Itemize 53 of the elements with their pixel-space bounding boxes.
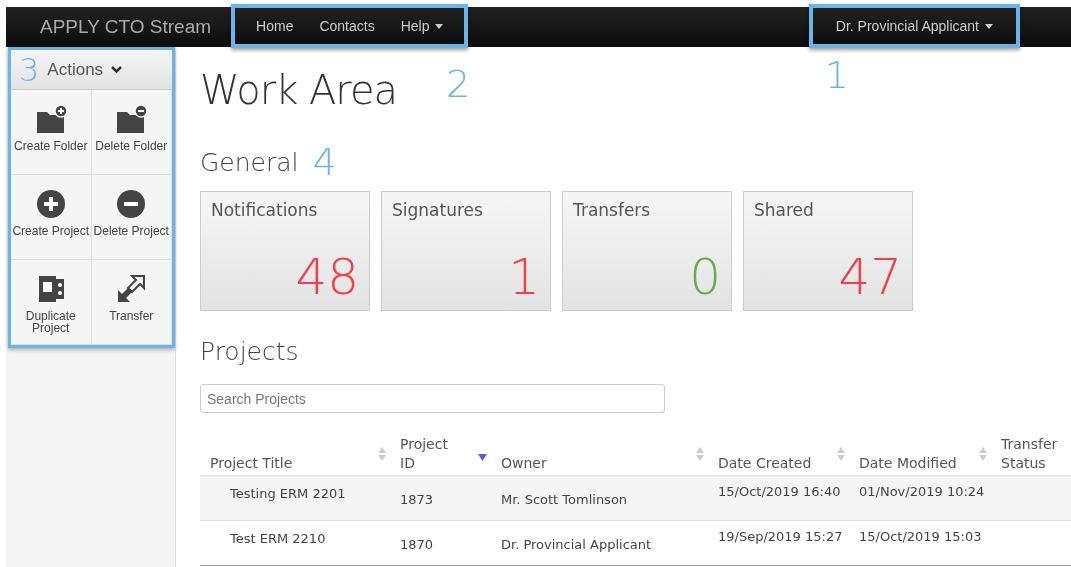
- tile-count: 48: [295, 252, 359, 302]
- nav-link[interactable]: Home: [243, 18, 307, 34]
- actions-dropdown[interactable]: Actions: [47, 59, 123, 80]
- tile-count: 47: [838, 252, 902, 302]
- callout-number: 1: [824, 56, 849, 94]
- page-title: Work Area: [200, 67, 398, 113]
- table-cell-text: 15/Oct/2019 16:40: [717, 483, 842, 501]
- tile-label: Shared: [754, 200, 815, 220]
- action-button[interactable]: Delete Folder: [91, 90, 172, 175]
- table-cell-text: 1870: [399, 536, 435, 554]
- action-button[interactable]: Duplicate Project: [11, 260, 92, 345]
- nav-link[interactable]: Contacts: [306, 18, 388, 34]
- table-cell-text: Testing ERM 2201: [229, 485, 347, 503]
- callout-number: 4: [312, 143, 337, 181]
- action-button[interactable]: Create Project: [11, 175, 92, 260]
- tile-label: Transfers: [573, 200, 652, 220]
- section-heading: General: [200, 147, 299, 177]
- table-cell-text: Test ERM 2210: [229, 530, 327, 548]
- summary-tile[interactable]: Transfers 0: [562, 191, 732, 311]
- table-cell-text: Dr. Provincial Applicant: [500, 536, 653, 554]
- app-title: APPLY CTO Stream: [40, 16, 212, 38]
- column-header[interactable]: Date Created: [708, 427, 849, 475]
- summary-tile[interactable]: Signatures 1: [381, 191, 551, 311]
- summary-tile[interactable]: Shared 47: [743, 191, 913, 311]
- column-header[interactable]: Owner: [491, 427, 708, 475]
- summary-tile[interactable]: Notifications 48: [200, 191, 370, 311]
- table-cell-text: Mr. Scott Tomlinson: [500, 491, 629, 509]
- column-header[interactable]: Project ID: [390, 427, 491, 475]
- tile-count: 0: [689, 252, 721, 302]
- action-button[interactable]: Create Folder: [11, 90, 92, 175]
- table-row[interactable]: Testing ERM 2201 1873 Mr. Scott Tomlinson 15/Oct/2019 16:40 01/Nov/2019 10:24: [200, 476, 1071, 521]
- user-menu[interactable]: Dr. Provincial Applicant: [822, 18, 1006, 34]
- column-header[interactable]: Date Modified: [849, 427, 991, 475]
- table-cell-text: 1873: [399, 491, 435, 509]
- nav-link[interactable]: Help: [387, 18, 457, 34]
- tile-label: Notifications: [211, 200, 319, 220]
- caret-icon: [985, 23, 993, 29]
- tile-label: Signatures: [392, 200, 484, 220]
- tile-count: 1: [508, 252, 540, 302]
- caret-icon: [435, 23, 444, 29]
- section-heading: Projects: [200, 337, 300, 366]
- folder-minus-icon: [114, 104, 149, 134]
- column-header[interactable]: Project Title: [200, 427, 390, 475]
- chevron-down-icon: [111, 65, 123, 74]
- table-cell-text: 19/Sep/2019 15:27: [717, 528, 844, 546]
- table-cell-text: 01/Nov/2019 10:24: [858, 483, 986, 501]
- action-button[interactable]: Delete Project: [91, 175, 172, 260]
- callout-number: 2: [446, 65, 471, 103]
- table-cell-text: 15/Oct/2019 15:03: [858, 528, 983, 546]
- column-header[interactable]: Transfer Status: [991, 427, 1071, 475]
- callout-number: 3: [19, 53, 40, 86]
- action-button[interactable]: Transfer: [91, 260, 172, 345]
- search-field[interactable]: Search Projects: [200, 384, 665, 413]
